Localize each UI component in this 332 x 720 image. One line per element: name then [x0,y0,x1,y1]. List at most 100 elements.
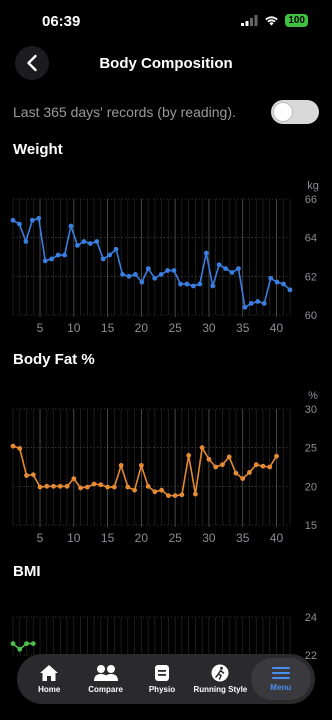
nav-bar: Body Composition [0,44,332,84]
data-point [145,266,151,271]
data-point [210,283,216,289]
data-point [84,484,90,490]
x-tick-label: 10 [67,321,81,335]
x-tick-label: 5 [37,321,44,335]
tab-label-compare: Compare [88,685,123,694]
data-point [118,463,124,468]
bodyfat-chart: % 15 20 25 30 5 10 15 20 25 30 35 40 [10,390,318,545]
data-point [159,487,165,493]
home-icon [40,665,59,681]
status-time: 06:39 [42,13,81,30]
y-unit-label: kg [307,180,319,192]
x-tick-label: 30 [202,531,216,545]
data-point [206,456,212,462]
y-tick-label: 64 [305,233,317,245]
y-tick-label: 25 [305,443,317,455]
filter-row: Last 365 days' records (by reading). [13,100,319,124]
data-point [71,476,77,481]
data-point [139,279,145,285]
data-point [78,485,83,491]
data-point [242,304,248,310]
data-point [36,215,42,221]
tab-physio[interactable]: Physio [134,658,190,700]
wifi-icon [265,16,279,26]
data-point [152,275,158,281]
tab-menu[interactable]: Menu [250,658,311,700]
data-point [233,470,239,476]
tab-home[interactable]: Home [21,658,77,700]
data-point [255,299,261,304]
signal-icon [241,15,258,26]
x-tick-label: 35 [236,531,250,545]
data-point [178,281,183,287]
tab-running-style[interactable]: Running Style [190,658,250,700]
bmi-title: BMI [13,563,41,580]
data-point [229,270,235,275]
data-point [213,464,219,470]
data-point [75,243,80,248]
data-point [247,470,252,475]
y-tick-label: 22 [305,650,317,660]
runner-icon [211,664,229,682]
x-tick-label: 15 [101,531,115,545]
data-point [68,223,74,229]
data-point [100,256,106,262]
data-point [267,464,273,470]
filter-label: Last 365 days' records (by reading). [13,104,236,120]
page-title: Body Composition [99,55,233,72]
y-tick-label: 66 [305,194,317,206]
tab-label-menu: Menu [270,683,292,692]
battery-indicator: 100 [285,14,308,27]
data-point [105,484,110,490]
data-point [158,272,164,277]
data-point [120,272,125,277]
data-point [172,493,178,499]
x-tick-label: 40 [270,321,284,335]
y-tick-label: 60 [305,310,317,322]
tab-label-home: Home [38,685,61,694]
y-tick-label: 62 [305,271,317,283]
data-point [94,239,100,244]
status-icons: 100 [241,14,308,27]
status-bar: 06:39 100 [0,0,332,44]
data-point [220,462,225,468]
x-tick-label: 30 [202,321,216,335]
x-tick-label: 20 [135,321,149,335]
data-point [10,443,16,449]
data-point [281,281,286,287]
data-point [23,239,29,244]
bodyfat-title: Body Fat % [13,351,95,368]
x-tick-label: 15 [101,321,115,335]
x-tick-label: 5 [37,531,44,545]
data-point [132,272,138,277]
tab-label-running-style: Running Style [193,685,248,694]
data-point [57,483,63,489]
tab-compare[interactable]: Compare [78,658,134,700]
weight-title: Weight [13,141,63,158]
data-point [17,646,23,652]
data-point [165,268,171,273]
data-point [64,483,70,489]
x-tick-label: 35 [236,321,250,335]
data-point [10,217,16,223]
filter-toggle[interactable] [271,100,319,124]
data-point [236,266,241,271]
x-tick-label: 10 [67,531,81,545]
data-point [203,250,209,256]
series-line [12,217,291,309]
data-point [42,258,48,264]
data-point [132,487,138,493]
data-point [223,266,228,271]
data-point [186,453,192,458]
tab-label-physio: Physio [148,685,176,694]
data-point [193,491,198,497]
data-point [287,287,293,293]
people-icon [93,665,118,681]
data-point [190,283,196,289]
weight-chart: kg 60 62 64 66 5 10 15 20 25 30 35 40 [10,180,319,335]
data-point [24,473,29,478]
data-point [62,252,67,258]
data-point [138,463,144,468]
tab-bar: Home Compare Physio Running Style Menu [17,654,315,704]
toggle-knob [274,103,292,121]
